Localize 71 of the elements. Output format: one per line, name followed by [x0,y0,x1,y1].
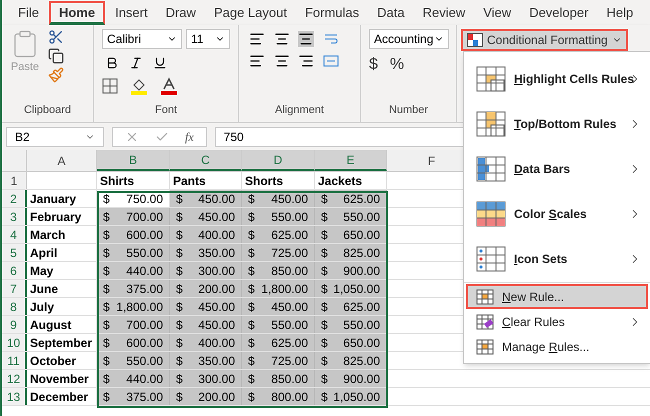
table-cell: $ 450.00 [242,298,315,315]
table-cell: $ 550.00 [315,208,387,225]
table-cell: $ 550.00 [97,244,170,261]
table-cell: $ 825.00 [315,352,387,369]
table-cell-text: April [30,244,58,262]
table-cell: $ 800.00 [242,388,315,405]
table-cell-text: September [30,334,92,352]
table-cell: $ 1,800.00 [242,280,315,297]
table-cell: $ 700.00 [97,208,170,225]
menu-item-label: Color Scales [514,206,587,220]
table-cell-text: Shorts [245,172,284,190]
table-cell: $ 440.00 [97,262,170,279]
table-cell: $ 350.00 [170,352,242,369]
table-cell: $ 725.00 [242,352,315,369]
table-cell: $ 900.00 [315,262,387,279]
table-cell-text: October [30,352,76,370]
group-label: Number [388,102,430,118]
table-cell-text: March [30,226,66,244]
table-cell: $ 1,800.00 [97,298,170,315]
menu-item-label: Manage Rules... [502,340,590,354]
table-cell: $ 450.00 [170,298,242,315]
table-cell: $ 300.00 [170,262,242,279]
table-cell: $ 375.00 [97,388,170,405]
table-cell: $ 350.00 [170,244,242,261]
table-cell-text: January [30,190,76,208]
table-cell-text: May [30,262,54,280]
table-cell: $ 600.00 [97,334,170,351]
table-cell: $ 400.00 [170,334,242,351]
table-cell: $ 700.00 [97,316,170,333]
table-cell: $ 1,050.00 [315,280,387,297]
table-cell: $ 200.00 [170,388,242,405]
table-cell: $ 1,050.00 [315,388,387,405]
table-cell: $ 900.00 [315,370,387,387]
table-cell: $ 625.00 [315,298,387,315]
table-cell: $ 550.00 [242,316,315,333]
table-cell: $ 375.00 [97,280,170,297]
table-cell-text: November [30,370,89,388]
table-cell: $ 450.00 [170,316,242,333]
table-cell: $ 650.00 [315,226,387,243]
group-label: Clipboard [22,102,72,118]
table-cell: $ 825.00 [315,244,387,261]
group-label: Font [154,102,178,118]
menu-item-label: Clear Rules [502,314,565,328]
table-cell: $ 850.00 [242,370,315,387]
table-cell: $ 625.00 [242,334,315,351]
menu-item-label: Highlight Cells Rules [514,72,634,86]
menu-item-label: Icon Sets [514,252,568,266]
group-label: Alignment [274,102,325,118]
table-cell-text: August [30,316,72,334]
table-cell: $ 300.00 [170,370,242,387]
table-cell: $ 450.00 [170,208,242,225]
table-cell: $ 850.00 [242,262,315,279]
menu-item-label: Data Bars [514,162,570,176]
table-cell: $ 650.00 [315,334,387,351]
menu-item-label: New Rule... [502,290,564,304]
table-cell: $ 200.00 [170,280,242,297]
table-cell-text: June [30,280,58,298]
table-cell: $ 725.00 [242,244,315,261]
table-cell-text: Jackets [318,172,362,190]
table-cell: $ 550.00 [97,352,170,369]
table-cell: $ 550.00 [315,316,387,333]
table-cell: $ 440.00 [97,370,170,387]
table-cell: $ 625.00 [242,226,315,243]
table-cell-text: July [30,298,54,316]
table-cell-text: Pants [173,172,206,190]
table-cell-text: Shirts [100,172,134,190]
table-cell: $ 600.00 [97,226,170,243]
table-cell-text: February [30,208,82,226]
table-cell: $ 400.00 [170,226,242,243]
table-cell-text: December [30,388,88,406]
table-cell: $ 550.00 [242,208,315,225]
